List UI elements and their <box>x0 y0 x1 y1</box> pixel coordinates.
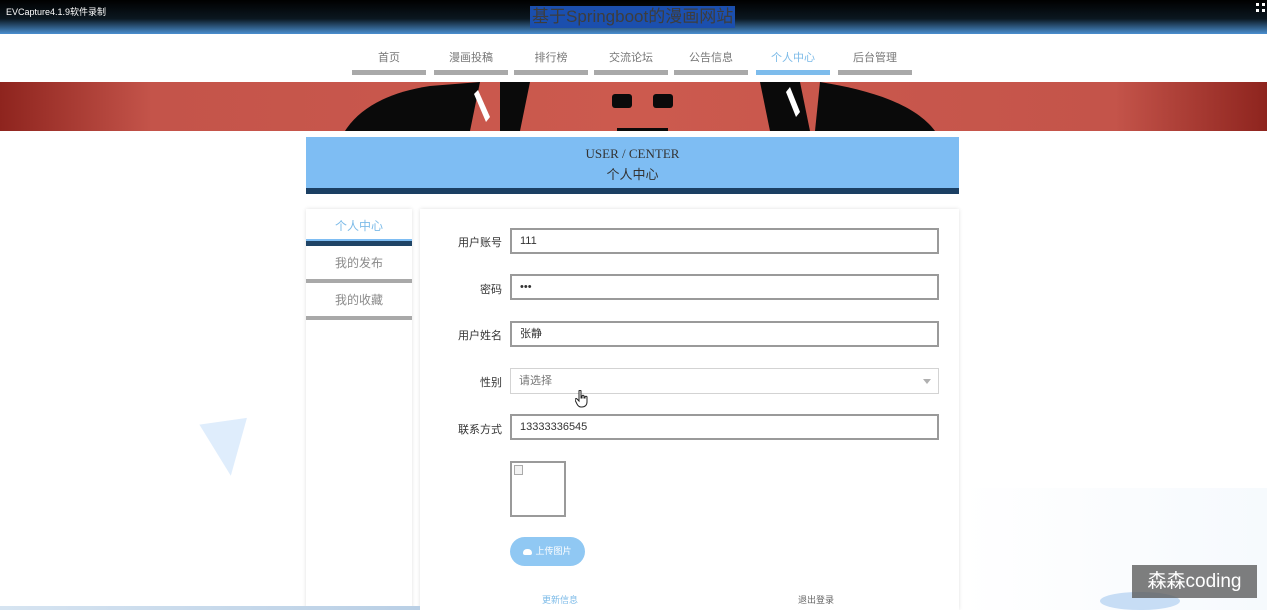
side-item-my-favorites[interactable]: 我的收藏 <box>306 283 412 320</box>
nav-underline <box>756 70 830 75</box>
name-label: 用户姓名 <box>458 330 502 342</box>
account-input[interactable]: 111 <box>510 228 939 254</box>
nav-item-label: 首页 <box>378 52 400 64</box>
decorative-triangle <box>199 417 255 480</box>
fullscreen-icon[interactable] <box>1256 3 1265 12</box>
nav-item-label: 公告信息 <box>689 52 733 64</box>
side-item-user-center[interactable]: 个人中心 <box>306 209 412 246</box>
side-item-label: 我的发布 <box>334 256 383 270</box>
nav-item-home[interactable]: 首页 <box>352 40 426 75</box>
header-title-en: USER / CENTER <box>585 146 680 161</box>
watermark: 森森coding <box>1132 565 1257 598</box>
upload-button-label: 上传图片 <box>535 546 572 556</box>
cloud-upload-icon <box>523 548 533 555</box>
header-title-cn: 个人中心 <box>606 167 659 182</box>
nav-item-forum[interactable]: 交流论坛 <box>594 40 668 75</box>
update-info-button[interactable]: 更新信息 <box>542 593 578 606</box>
banner-image <box>0 82 1267 131</box>
nav-item-ranking[interactable]: 排行榜 <box>514 40 588 75</box>
nav-item-user-center[interactable]: 个人中心 <box>756 40 830 75</box>
side-menu: 个人中心 我的发布 我的收藏 <box>306 209 412 609</box>
account-label: 用户账号 <box>458 237 502 249</box>
side-underline <box>306 316 412 320</box>
nav-underline <box>434 70 508 75</box>
broken-image-icon <box>514 465 523 475</box>
nav-item-submit-comic[interactable]: 漫画投稿 <box>434 40 508 75</box>
nav-underline <box>674 70 748 75</box>
top-bar: EVCapture4.1.9软件录制 基于Springboot的漫画网站 <box>0 0 1267 34</box>
nav-underline <box>838 70 912 75</box>
nav-item-label: 交流论坛 <box>609 52 653 64</box>
nav-item-announcements[interactable]: 公告信息 <box>674 40 748 75</box>
password-input[interactable]: ••• <box>510 274 939 300</box>
nav-item-admin[interactable]: 后台管理 <box>838 40 912 75</box>
phone-label: 联系方式 <box>458 424 502 436</box>
side-item-my-posts[interactable]: 我的发布 <box>306 246 412 283</box>
profile-form: 用户账号 111 密码 ••• 用户姓名 张静 性别 请选择 联系方式 1333… <box>420 209 959 610</box>
gender-label: 性别 <box>480 377 502 389</box>
side-item-label: 个人中心 <box>334 219 383 233</box>
gender-placeholder: 请选择 <box>519 375 552 387</box>
side-item-label: 我的收藏 <box>334 293 383 307</box>
hand-cursor-icon <box>575 390 588 408</box>
decorative-line <box>0 606 420 610</box>
name-input[interactable]: 张静 <box>510 321 939 347</box>
nav-underline <box>514 70 588 75</box>
nav-underline <box>594 70 668 75</box>
capture-label: EVCapture4.1.9软件录制 <box>6 7 107 17</box>
logout-button[interactable]: 退出登录 <box>798 593 834 606</box>
phone-input[interactable]: 13333336545 <box>510 414 939 440</box>
nav-item-label: 漫画投稿 <box>449 52 493 64</box>
password-label: 密码 <box>480 284 502 296</box>
chevron-down-icon <box>923 379 931 384</box>
nav-underline <box>352 70 426 75</box>
nav-item-label: 排行榜 <box>534 52 568 64</box>
banner-artwork <box>345 82 935 131</box>
avatar-preview <box>510 461 566 517</box>
nav-item-label: 个人中心 <box>771 52 815 64</box>
nav-item-label: 后台管理 <box>853 52 897 64</box>
user-center-header: USER / CENTER 个人中心 <box>306 137 959 194</box>
site-title: 基于Springboot的漫画网站 <box>530 6 736 28</box>
upload-image-button[interactable]: 上传图片 <box>510 537 585 566</box>
